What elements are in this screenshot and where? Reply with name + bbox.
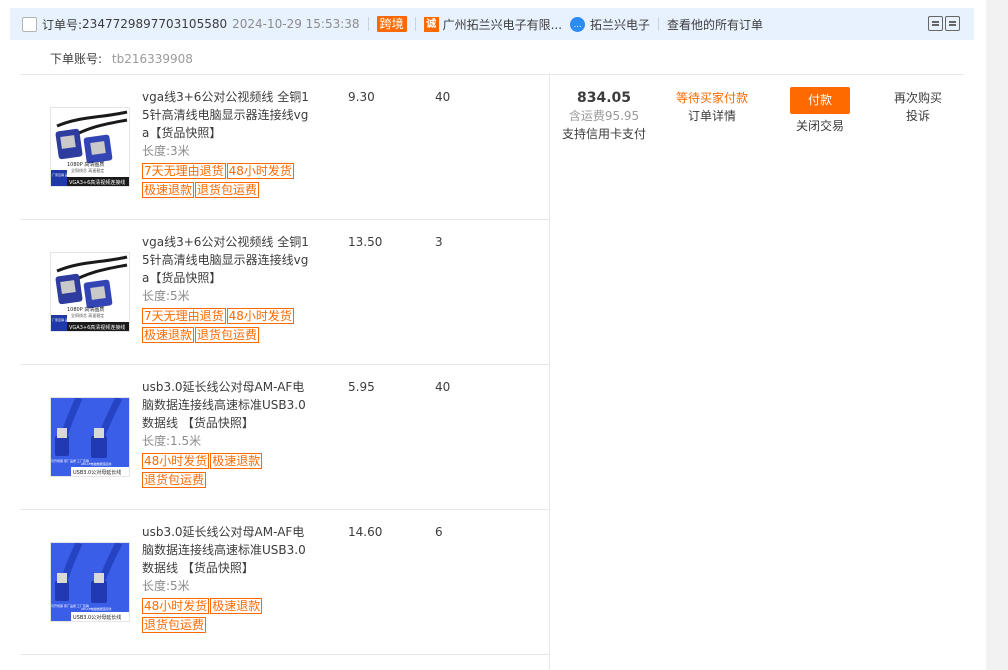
item-price: 9.30 <box>348 90 375 104</box>
order-status: 等待买家付款 订单详情 <box>662 89 762 125</box>
order-select-checkbox[interactable] <box>22 16 37 32</box>
order-total: 834.05 含运费95.95 支持信用卡支付 <box>556 89 652 143</box>
service-badge[interactable]: 48小时发货 <box>142 453 210 469</box>
service-badge[interactable]: 48小时发货 <box>226 163 294 179</box>
service-badge[interactable]: 7天无理由退货 <box>142 163 226 179</box>
order-item-row: 可开增票 原厂品质 工厂直销 AM-AF电脑数据连接线 USB3.0公对母延长线 us… <box>20 365 549 510</box>
item-snapshot-link[interactable]: 【货品快照】 <box>178 416 254 430</box>
order-number: 2347729897703105580 <box>82 17 228 31</box>
service-badge[interactable]: 7天无理由退货 <box>142 308 226 324</box>
divider <box>367 17 369 31</box>
complain-link[interactable]: 投诉 <box>878 107 958 125</box>
service-badges: 48小时发货 极速退款退货包运费 <box>142 597 314 635</box>
item-info: usb3.0延长线公对母AM-AF电脑数据连接线高速标准USB3.0数据线 【货… <box>142 378 314 490</box>
status-text: 等待买家付款 <box>675 91 748 105</box>
image-text: 1080P 高清画质 <box>67 161 104 168</box>
order-actions: 付款 关闭交易 <box>776 87 864 135</box>
service-badge[interactable]: 退货包运费 <box>195 327 260 343</box>
item-snapshot-link[interactable]: 【货品快照】 <box>149 271 221 285</box>
vga-cable-image[interactable]: 1080P 高清画质 全铜线芯 高速稳定 厂家直销 品质保证 VGA3+6高清视频连接… <box>50 107 130 187</box>
more-actions: 再次购买 投诉 <box>878 89 958 125</box>
credit-card-note: 支持信用卡支付 <box>561 127 646 141</box>
order-item-row: 1080P 高清画质 全铜线芯 高速稳定 厂家直销 品质保证 VGA3+6高清视频连接… <box>20 220 549 365</box>
item-price: 5.95 <box>348 380 375 394</box>
item-spec: 长度:3米 <box>142 144 190 158</box>
item-quantity: 40 <box>435 90 451 104</box>
all-orders-link[interactable]: 查看他的所有订单 <box>667 16 763 33</box>
pay-button[interactable]: 付款 <box>790 87 850 114</box>
item-spec: 长度:1.5米 <box>142 434 202 448</box>
service-badge[interactable]: 极速退款 <box>210 453 263 469</box>
total-amount: 834.05 <box>576 90 632 106</box>
order-item-row: 可开增票 原厂品质 工厂直销 AM-AF电脑数据连接线 USB3.0公对母延长线 us… <box>20 510 549 655</box>
account-value: tb216339908 <box>111 52 193 66</box>
service-badge[interactable]: 退货包运费 <box>142 617 207 633</box>
order-header: 订单号: 2347729897703105580 2024-10-29 15:5… <box>10 8 974 40</box>
item-quantity: 40 <box>435 380 451 394</box>
page-scroll-edge <box>986 0 1008 670</box>
image-text: VGA3+6高清视频连接线 <box>69 324 125 331</box>
item-quantity: 3 <box>435 235 443 249</box>
note-icon[interactable] <box>928 16 943 31</box>
item-info: vga线3+6公对公视频线 全铜15针高清线电脑显示器连接线vga【货品快照】长… <box>142 88 314 200</box>
usb-cable-image[interactable]: 可开增票 原厂品质 工厂直销 AM-AF电脑数据连接线 USB3.0公对母延长线 <box>50 397 130 477</box>
order-detail-link[interactable]: 订单详情 <box>662 107 762 125</box>
divider <box>414 17 416 31</box>
image-text: AM-AF电脑数据连接线 <box>81 606 111 611</box>
edit-note-icon[interactable] <box>945 16 960 31</box>
image-text: VGA3+6高清视频连接线 <box>69 179 125 186</box>
item-price: 13.50 <box>348 235 383 249</box>
image-text: 厂家直销 品质保证 <box>52 317 77 322</box>
divider <box>549 75 550 670</box>
image-text: 1080P 高清画质 <box>67 306 104 313</box>
shipping-fee: 含运费95.95 <box>568 109 640 123</box>
order-time: 2024-10-29 15:53:38 <box>232 17 360 31</box>
service-badge[interactable]: 退货包运费 <box>195 182 260 198</box>
close-trade-link[interactable]: 关闭交易 <box>776 117 864 135</box>
account-label: 下单账号: <box>50 52 103 66</box>
service-badges: 7天无理由退货 48小时发货极速退款 退货包运费 <box>142 162 314 200</box>
item-snapshot-link[interactable]: 【货品快照】 <box>178 561 254 575</box>
item-spec: 长度:5米 <box>142 579 190 593</box>
divider <box>658 17 660 31</box>
image-text: USB3.0公对母延长线 <box>73 469 121 476</box>
order-account: 下单账号: tb216339908 <box>50 50 193 67</box>
shop-name-link[interactable]: 广州拓兰兴电子有限... <box>443 16 562 33</box>
usb-cable-image[interactable]: 可开增票 原厂品质 工厂直销 AM-AF电脑数据连接线 USB3.0公对母延长线 <box>50 542 130 622</box>
order-number-label: 订单号: <box>42 17 83 32</box>
item-info: vga线3+6公对公视频线 全铜15针高清线电脑显示器连接线vga【货品快照】长… <box>142 233 314 345</box>
item-spec: 长度:5米 <box>142 289 190 303</box>
image-text: AM-AF电脑数据连接线 <box>81 461 111 466</box>
image-text: USB3.0公对母延长线 <box>73 614 121 621</box>
service-badges: 7天无理由退货 48小时发货极速退款 退货包运费 <box>142 307 314 345</box>
rebuy-link[interactable]: 再次购买 <box>878 89 958 107</box>
service-badge[interactable]: 极速退款 <box>210 598 263 614</box>
item-snapshot-link[interactable]: 【货品快照】 <box>149 126 221 140</box>
order-item-row: 1080P 高清画质 全铜线芯 高速稳定 厂家直销 品质保证 VGA3+6高清视频连接… <box>20 75 549 220</box>
service-badge[interactable]: 极速退款 <box>142 182 195 198</box>
service-badge[interactable]: 48小时发货 <box>142 598 210 614</box>
header-tools <box>928 16 960 31</box>
service-badge[interactable]: 退货包运费 <box>142 472 207 488</box>
service-badges: 48小时发货 极速退款退货包运费 <box>142 452 314 490</box>
shop-icon: 诚 <box>423 16 439 32</box>
item-info: usb3.0延长线公对母AM-AF电脑数据连接线高速标准USB3.0数据线 【货… <box>142 523 314 635</box>
service-badge[interactable]: 48小时发货 <box>226 308 294 324</box>
vga-cable-image[interactable]: 1080P 高清画质 全铜线芯 高速稳定 厂家直销 品质保证 VGA3+6高清视频连接… <box>50 252 130 332</box>
service-badge[interactable]: 极速退款 <box>142 327 195 343</box>
chat-seller-link[interactable]: 拓兰兴电子 <box>590 16 650 33</box>
item-price: 14.60 <box>348 525 383 539</box>
chat-icon[interactable]: … <box>570 16 586 32</box>
item-quantity: 6 <box>435 525 443 539</box>
image-text: 厂家直销 品质保证 <box>52 172 77 177</box>
crossborder-tag: 跨境 <box>376 16 407 32</box>
